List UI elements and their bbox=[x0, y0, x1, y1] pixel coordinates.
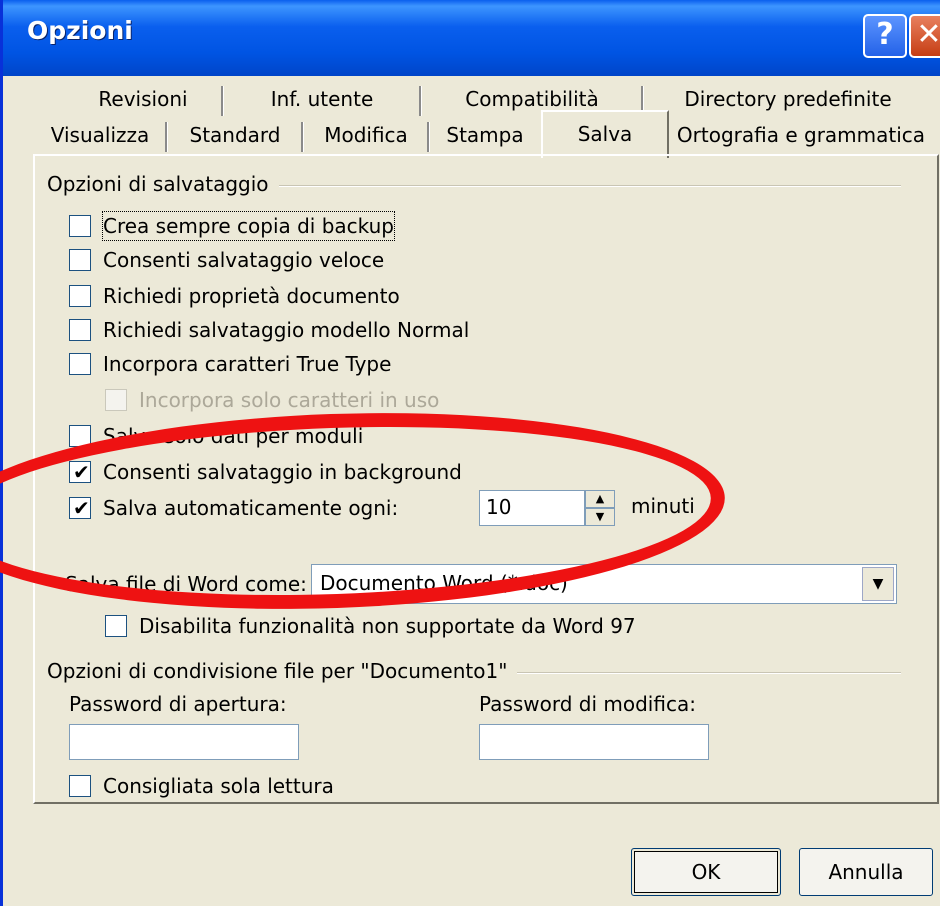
tab-standard[interactable]: Standard bbox=[167, 116, 303, 156]
tab-stampa[interactable]: Stampa bbox=[429, 116, 541, 156]
checkbox-box[interactable] bbox=[69, 319, 91, 341]
close-icon: ✕ bbox=[916, 17, 940, 52]
tab-ortografia-e-grammatica[interactable]: Ortografia e grammatica bbox=[669, 116, 933, 156]
spin-up-icon[interactable]: ▲ bbox=[585, 490, 615, 508]
tab-salva[interactable]: Salva bbox=[541, 110, 669, 158]
checkbox-box[interactable] bbox=[69, 285, 91, 307]
cancel-button[interactable]: Annulla bbox=[799, 848, 933, 896]
checkbox-box[interactable] bbox=[69, 353, 91, 375]
options-dialog: Opzioni ? ✕ Revisioni Inf. utente Compat… bbox=[0, 0, 940, 906]
checkmark-icon: ✔ bbox=[73, 496, 90, 520]
open-password-input[interactable] bbox=[69, 724, 299, 760]
checkbox-box[interactable] bbox=[105, 615, 127, 637]
checkbox-box[interactable] bbox=[105, 389, 127, 411]
help-button[interactable]: ? bbox=[863, 14, 907, 58]
tab-directory-predefinite[interactable]: Directory predefinite bbox=[643, 80, 933, 118]
dialog-title: Opzioni bbox=[27, 16, 133, 45]
checkbox-box[interactable] bbox=[69, 425, 91, 447]
title-bar[interactable]: Opzioni ? ✕ bbox=[3, 0, 940, 76]
spin-down-icon[interactable]: ▼ bbox=[585, 508, 615, 526]
close-button[interactable]: ✕ bbox=[909, 14, 940, 58]
open-password-label: Password di apertura: bbox=[69, 692, 287, 716]
save-as-value: Documento Word (*.doc) bbox=[320, 571, 568, 595]
tab-visualizza[interactable]: Visualizza bbox=[33, 116, 167, 156]
modify-password-input[interactable] bbox=[479, 724, 709, 760]
autosave-unit-label: minuti bbox=[631, 494, 695, 518]
checkbox-box[interactable] bbox=[69, 249, 91, 271]
checkbox-box[interactable] bbox=[69, 215, 91, 237]
autosave-minutes-input[interactable]: 10 bbox=[479, 490, 585, 526]
tab-modifica[interactable]: Modifica bbox=[303, 116, 429, 156]
autosave-stepper[interactable]: ▲ ▼ bbox=[585, 490, 615, 526]
checkbox-box[interactable] bbox=[69, 775, 91, 797]
modify-password-label: Password di modifica: bbox=[479, 692, 696, 716]
checkbox-box[interactable]: ✔ bbox=[69, 461, 91, 483]
save-options-group-label: Opzioni di salvataggio bbox=[47, 172, 279, 196]
ok-button[interactable]: OK bbox=[631, 848, 781, 896]
checkmark-icon: ✔ bbox=[73, 460, 90, 484]
sharing-group-label: Opzioni di condivisione file per "Docume… bbox=[47, 659, 518, 683]
tab-revisioni[interactable]: Revisioni bbox=[63, 80, 223, 118]
chevron-down-icon[interactable]: ▼ bbox=[862, 567, 894, 601]
save-as-label: Salva file di Word come: bbox=[65, 572, 307, 596]
tab-inf-utente[interactable]: Inf. utente bbox=[223, 80, 421, 118]
checkbox-box[interactable]: ✔ bbox=[69, 497, 91, 519]
save-as-select[interactable]: Documento Word (*.doc) ▼ bbox=[311, 564, 897, 604]
